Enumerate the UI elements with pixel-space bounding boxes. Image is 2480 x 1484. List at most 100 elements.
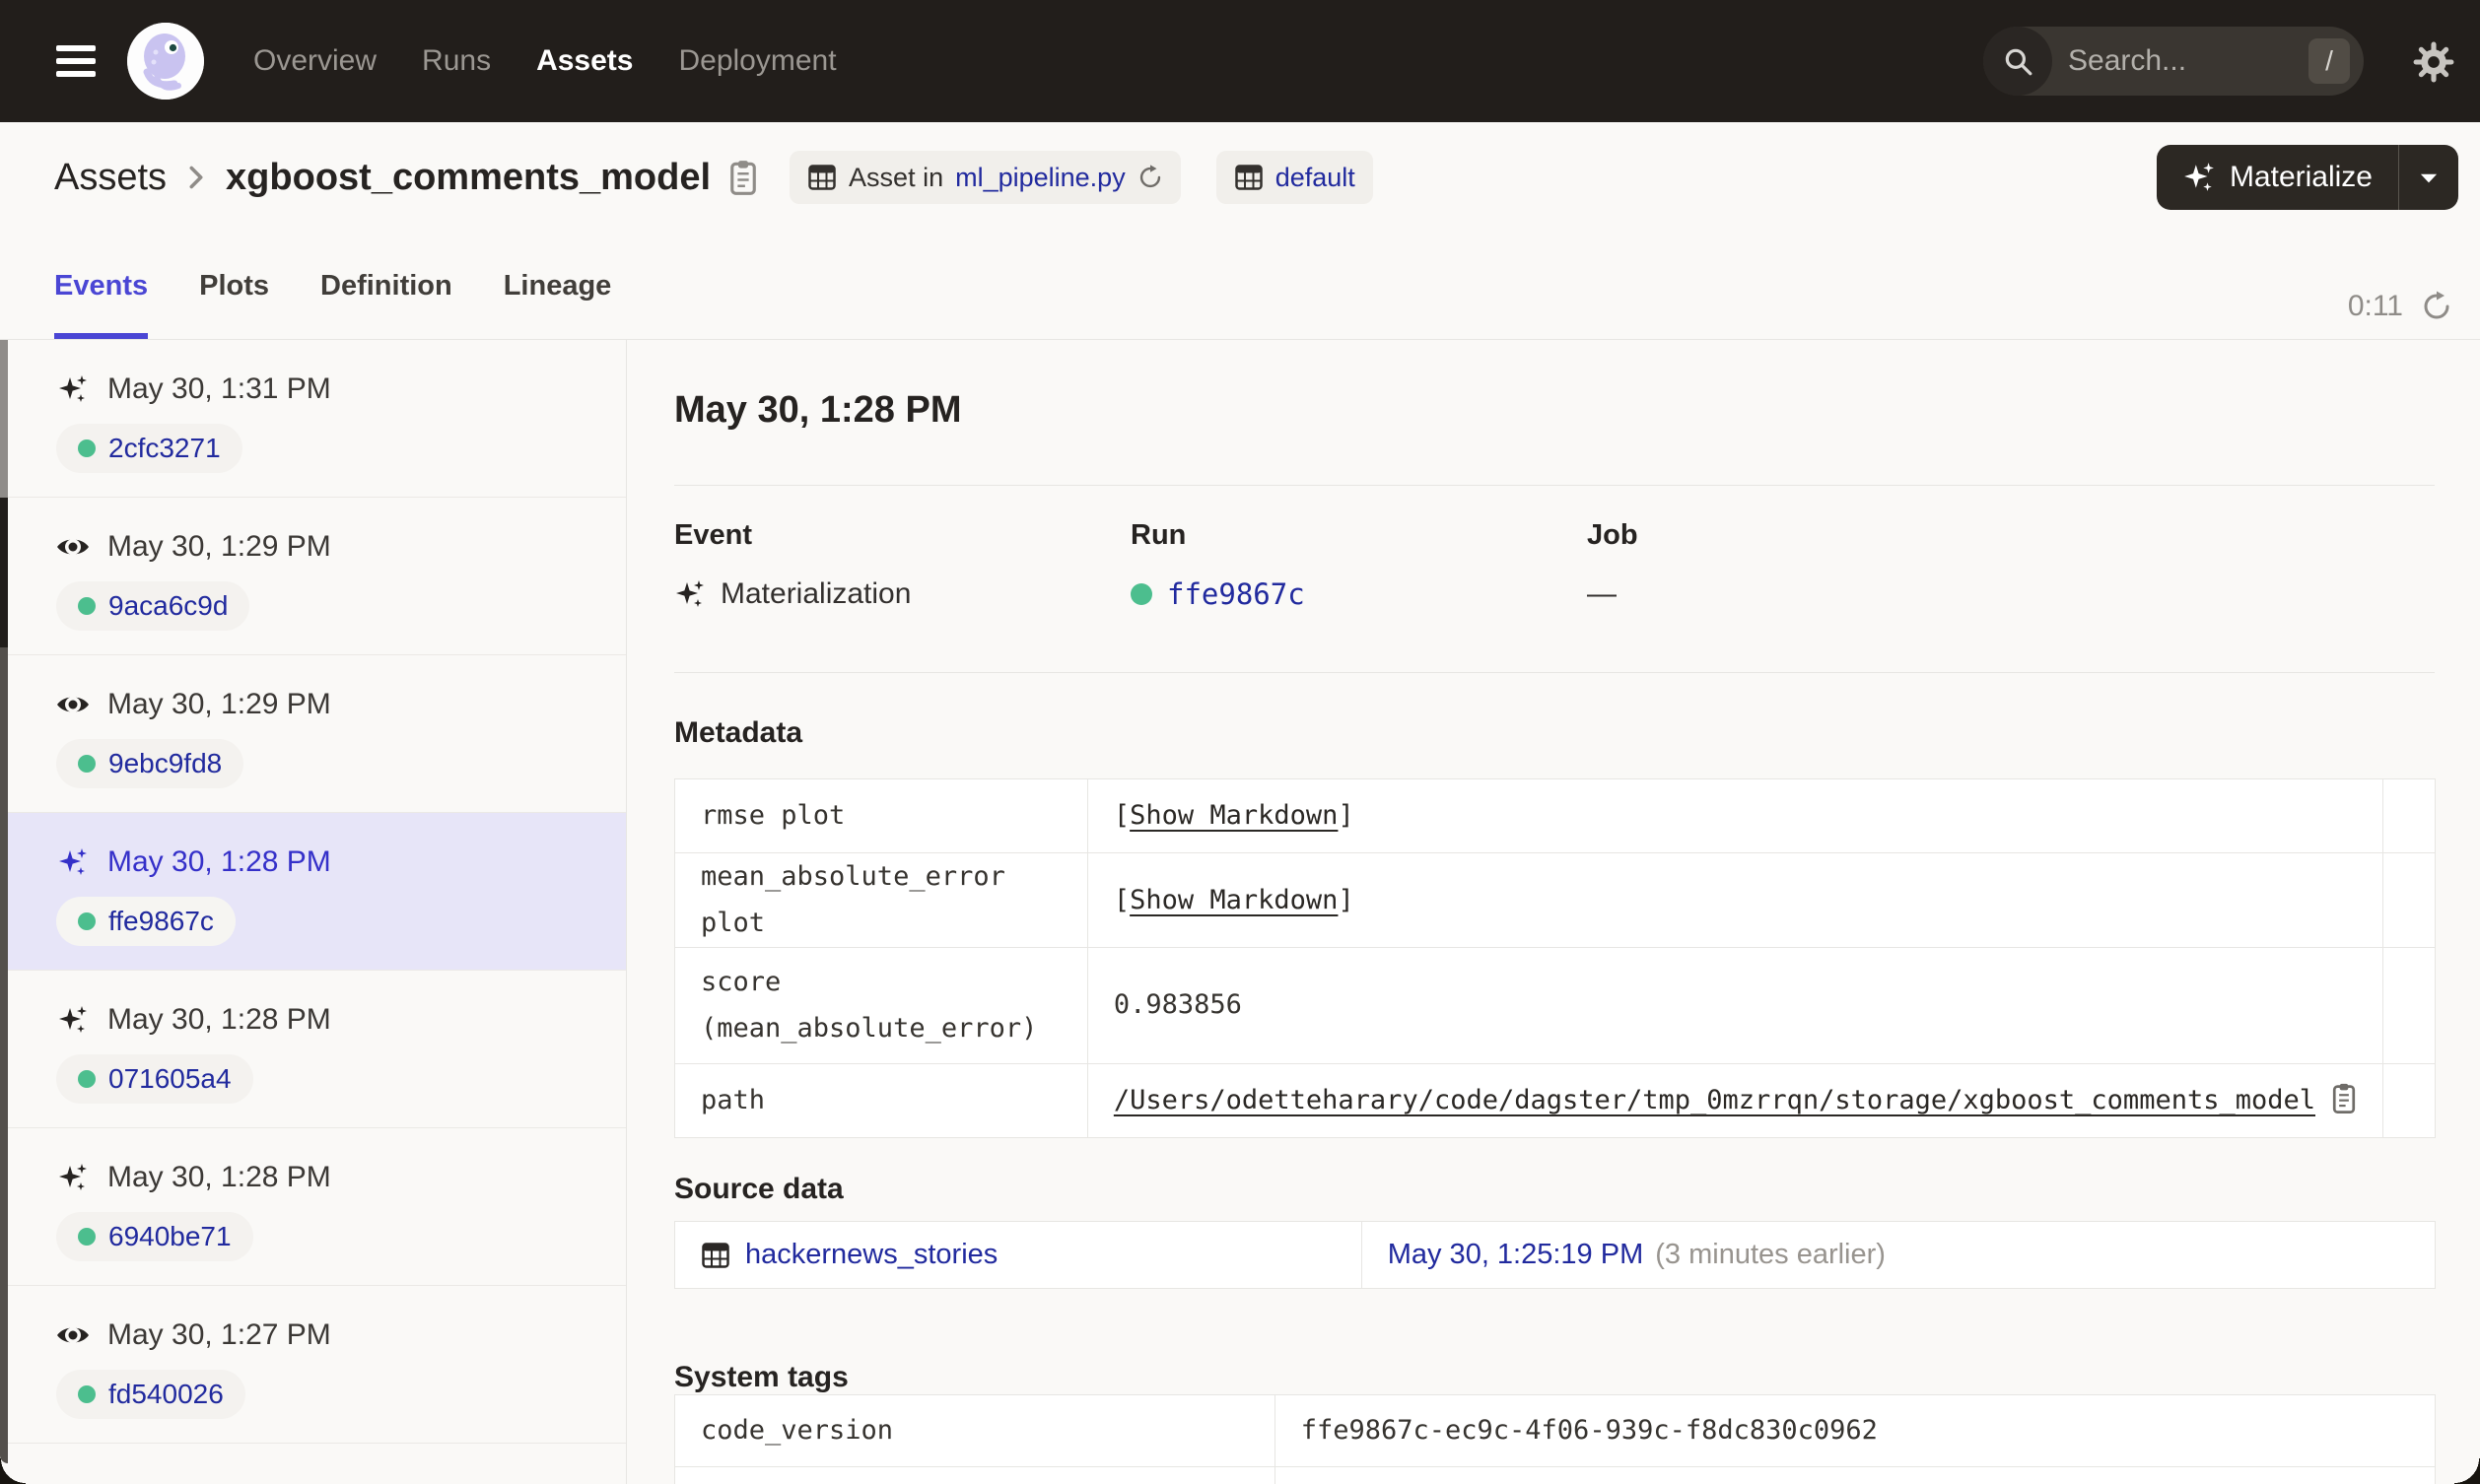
breadcrumb-assets-link[interactable]: Assets: [54, 157, 167, 199]
event-list-item[interactable]: May 30, 1:31 PM 2cfc3271: [0, 340, 626, 498]
observation-eye-icon: [56, 535, 90, 559]
run-id-link: ffe9867c: [108, 906, 214, 936]
asset-name-title: xgboost_comments_model: [226, 156, 712, 198]
table-row: hackernews_stories May 30, 1:25:19 PM (3 …: [674, 1221, 2437, 1289]
event-time: May 30, 1:27 PM: [107, 1318, 331, 1351]
event-detail-title: May 30, 1:28 PM: [674, 389, 962, 431]
run-id-pill[interactable]: fd540026: [56, 1370, 245, 1419]
event-detail-panel: May 30, 1:28 PM Event Materialization Ru…: [628, 340, 2480, 1484]
dagster-app-window: Overview Runs Assets Deployment /: [0, 0, 2480, 1484]
code-location-file-link[interactable]: ml_pipeline.py: [955, 163, 1126, 193]
tab-events[interactable]: Events: [54, 233, 149, 339]
refresh-icon[interactable]: [2421, 291, 2452, 322]
source-time-link[interactable]: May 30, 1:25:19 PM: [1388, 1239, 1644, 1270]
table-row: rmse plot [Show Markdown]: [674, 778, 2436, 853]
chevron-down-icon: [2418, 171, 2440, 184]
run-id-link: fd540026: [108, 1379, 224, 1409]
run-status-dot: [78, 1070, 96, 1088]
system-tag-value: [1274, 1466, 2437, 1484]
table-grid-icon: [701, 1241, 730, 1270]
run-status-dot: [1131, 583, 1152, 605]
tab-plots[interactable]: Plots: [199, 233, 269, 339]
gear-icon[interactable]: [2411, 39, 2456, 85]
observation-eye-icon: [56, 693, 90, 716]
source-asset-name: hackernews_stories: [745, 1239, 999, 1271]
event-type-value: Materialization: [721, 577, 912, 610]
table-row: score (mean_absolute_error) 0.983856: [674, 946, 2436, 1064]
group-badge[interactable]: default: [1215, 151, 1373, 204]
materialization-sparkle-icon: [56, 373, 90, 405]
system-tag-value: ffe9867c-ec9c-4f06-939c-f8dc830c0962: [1274, 1394, 2437, 1467]
dagster-logo[interactable]: [127, 23, 204, 100]
refresh-timer: 0:11: [2348, 290, 2452, 323]
search-input[interactable]: [2068, 44, 2280, 78]
reload-icon[interactable]: [1137, 165, 1163, 190]
job-value: —: [1587, 577, 1617, 610]
table-row: [674, 1466, 2437, 1484]
system-tag-key: [674, 1466, 1275, 1484]
run-id-pill[interactable]: 2cfc3271: [56, 424, 242, 473]
source-data-heading: Source data: [674, 1173, 844, 1205]
nav-item-runs[interactable]: Runs: [422, 44, 491, 78]
path-link[interactable]: /Users/odetteharary/code/dagster/tmp_0mz…: [1114, 1085, 2315, 1115]
event-list-item[interactable]: May 30, 1:27 PM fd540026: [0, 1286, 626, 1444]
copy-asset-name-icon[interactable]: [728, 159, 758, 196]
run-column-label: Run: [1131, 519, 1187, 551]
run-id-pill[interactable]: 9ebc9fd8: [56, 739, 244, 788]
event-time: May 30, 1:28 PM: [107, 845, 331, 878]
asset-header-row: Assets xgboost_comments_model Asset in m…: [0, 122, 2480, 233]
tab-lineage[interactable]: Lineage: [504, 233, 612, 339]
run-id-pill[interactable]: 071605a4: [56, 1054, 253, 1104]
run-id-link: 071605a4: [108, 1063, 232, 1094]
run-id-pill[interactable]: ffe9867c: [56, 897, 236, 946]
event-list-item-selected[interactable]: May 30, 1:28 PM ffe9867c: [0, 813, 626, 971]
top-nav-bar: Overview Runs Assets Deployment /: [0, 0, 2480, 122]
run-status-dot: [78, 912, 96, 930]
event-list-item[interactable]: May 30, 1:29 PM 9aca6c9d: [0, 498, 626, 655]
event-list-sidebar: May 30, 1:31 PM 2cfc3271 May 30, 1:29 PM…: [0, 340, 627, 1484]
event-time: May 30, 1:28 PM: [107, 1003, 331, 1036]
divider: [674, 485, 2435, 486]
code-location-badge[interactable]: Asset in ml_pipeline.py: [790, 151, 1181, 204]
asset-tabs-row: Events Plots Definition Lineage 0:11: [0, 233, 2480, 340]
nav-item-deployment[interactable]: Deployment: [678, 44, 836, 78]
event-time: May 30, 1:29 PM: [107, 530, 331, 563]
metadata-key: path: [674, 1062, 1088, 1138]
materialization-sparkle-icon: [56, 1004, 90, 1036]
run-id-pill[interactable]: 9aca6c9d: [56, 581, 250, 631]
metadata-key: mean_absolute_error plot: [674, 852, 1088, 948]
run-id-link: 9aca6c9d: [108, 590, 229, 621]
materialize-button-label: Materialize: [2229, 161, 2373, 193]
system-tags-table: code_version ffe9867c-ec9c-4f06-939c-f8d…: [674, 1394, 2437, 1484]
run-id-pill[interactable]: 6940be71: [56, 1212, 253, 1261]
tab-definition[interactable]: Definition: [320, 233, 452, 339]
source-asset-link[interactable]: hackernews_stories: [701, 1230, 1336, 1280]
event-list-item[interactable]: May 30, 1:29 PM 9ebc9fd8: [0, 655, 626, 813]
run-status-dot: [78, 1385, 96, 1403]
event-summary-columns: Event Materialization Run ffe9867c Job —: [674, 519, 2043, 611]
materialization-sparkle-icon: [56, 1162, 90, 1193]
metadata-table: rmse plot [Show Markdown] mean_absolute_…: [674, 778, 2436, 1138]
search-icon: [1983, 27, 2052, 96]
code-location-prefix: Asset in: [849, 162, 944, 192]
materialize-button[interactable]: Materialize: [2157, 145, 2398, 210]
event-time: May 30, 1:29 PM: [107, 688, 331, 720]
show-markdown-link[interactable]: [Show Markdown]: [1114, 885, 1354, 915]
run-id-link[interactable]: ffe9867c: [1167, 577, 1305, 611]
run-status-dot: [78, 597, 96, 615]
show-markdown-link[interactable]: [Show Markdown]: [1114, 800, 1354, 831]
event-list-item[interactable]: May 30, 1:28 PM 6940be71: [0, 1128, 626, 1286]
sidebar-scrollbar[interactable]: [0, 340, 8, 1463]
nav-item-assets[interactable]: Assets: [536, 44, 633, 78]
event-list-item[interactable]: May 30, 1:28 PM 071605a4: [0, 971, 626, 1128]
event-time: May 30, 1:31 PM: [107, 372, 331, 405]
copy-path-icon[interactable]: [2331, 1082, 2357, 1114]
metadata-heading: Metadata: [674, 716, 803, 749]
global-search[interactable]: /: [1983, 27, 2364, 96]
empty-cell: [2382, 852, 2436, 948]
materialize-dropdown-caret[interactable]: [2399, 145, 2458, 210]
hamburger-menu-icon[interactable]: [56, 45, 96, 77]
job-column-label: Job: [1587, 519, 1638, 551]
nav-item-overview[interactable]: Overview: [253, 44, 377, 78]
metadata-value: 0.983856: [1086, 946, 2384, 1064]
